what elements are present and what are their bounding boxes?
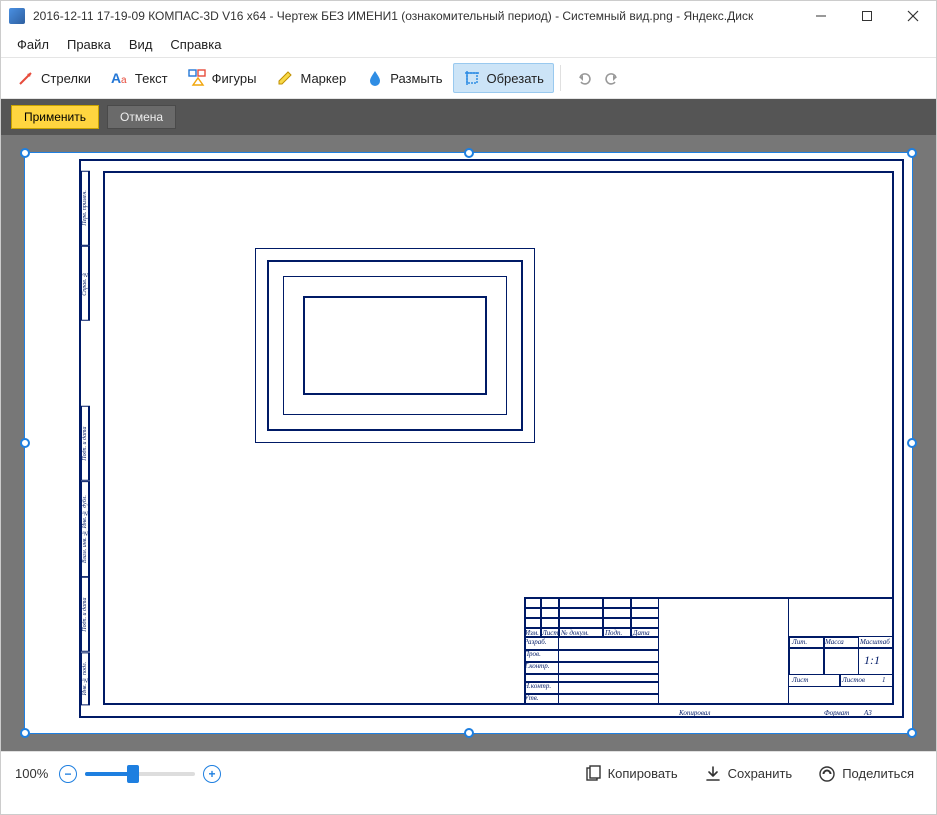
maximize-button[interactable]	[844, 1, 890, 31]
undo-button[interactable]	[575, 69, 593, 87]
app-icon	[9, 8, 25, 24]
save-button[interactable]: Сохранить	[696, 761, 801, 787]
crop-handle-b[interactable]	[464, 728, 474, 738]
tool-crop[interactable]: Обрезать	[453, 63, 554, 93]
close-button[interactable]	[890, 1, 936, 31]
tool-shapes[interactable]: Фигуры	[178, 63, 267, 93]
arrow-icon	[17, 69, 35, 87]
menu-bar: Файл Правка Вид Справка	[1, 31, 936, 57]
zoom-level: 100%	[15, 766, 51, 781]
crop-handle-t[interactable]	[464, 148, 474, 158]
menu-view[interactable]: Вид	[121, 33, 161, 56]
tool-text[interactable]: Aa Текст	[101, 63, 178, 93]
title-block: Изм. Лист № докум. Подп. Дата Разраб. Пр…	[524, 597, 894, 705]
title-bar: 2016-12-11 17-19-09 КОМПАС-3D V16 x64 - …	[1, 1, 936, 31]
canvas-area[interactable]: Перв. примен. Справ. № Подп. и дата Взам…	[1, 135, 936, 751]
tool-blur[interactable]: Размыть	[356, 63, 452, 93]
zoom-slider[interactable]	[85, 772, 195, 776]
side-cell: Взам. инв. № Инв. № дубл.	[81, 481, 90, 577]
tool-crop-label: Обрезать	[487, 71, 544, 86]
save-label: Сохранить	[728, 766, 793, 781]
text-icon: Aa	[111, 69, 129, 87]
menu-help[interactable]: Справка	[162, 33, 229, 56]
nested-rectangles	[255, 248, 535, 443]
tool-arrows[interactable]: Стрелки	[7, 63, 101, 93]
redo-button[interactable]	[603, 69, 621, 87]
toolbar: Стрелки Aa Текст Фигуры Маркер Размыть О…	[1, 57, 936, 99]
crop-handle-bl[interactable]	[20, 728, 30, 738]
tool-blur-label: Размыть	[390, 71, 442, 86]
crop-selection[interactable]: Перв. примен. Справ. № Подп. и дата Взам…	[25, 153, 912, 733]
crop-handle-tr[interactable]	[907, 148, 917, 158]
side-cell: Справ. №	[81, 246, 90, 321]
shapes-icon	[188, 69, 206, 87]
svg-text:A: A	[111, 70, 121, 86]
zoom-controls: 100% − +	[15, 765, 221, 783]
crop-handle-r[interactable]	[907, 438, 917, 448]
crop-handle-tl[interactable]	[20, 148, 30, 158]
window-controls	[798, 1, 936, 31]
copy-icon	[584, 765, 602, 783]
svg-text:a: a	[121, 75, 127, 86]
side-cell: Инв. № подл.	[81, 652, 90, 705]
cancel-button[interactable]: Отмена	[107, 105, 176, 129]
zoom-in-button[interactable]: +	[203, 765, 221, 783]
side-table: Перв. примен. Справ. № Подп. и дата Взам…	[81, 171, 101, 705]
copy-label: Копировать	[608, 766, 678, 781]
marker-icon	[276, 69, 294, 87]
zoom-out-button[interactable]: −	[59, 765, 77, 783]
menu-edit[interactable]: Правка	[59, 33, 119, 56]
crop-handle-br[interactable]	[907, 728, 917, 738]
download-icon	[704, 765, 722, 783]
crop-handle-l[interactable]	[20, 438, 30, 448]
blur-icon	[366, 69, 384, 87]
share-button[interactable]: Поделиться	[810, 761, 922, 787]
crop-icon	[463, 69, 481, 87]
menu-file[interactable]: Файл	[9, 33, 57, 56]
status-bar: 100% − + Копировать Сохранить Поделиться	[1, 751, 936, 795]
copy-button[interactable]: Копировать	[576, 761, 686, 787]
drawing-image: Перв. примен. Справ. № Подп. и дата Взам…	[25, 153, 912, 733]
tool-arrows-label: Стрелки	[41, 71, 91, 86]
share-label: Поделиться	[842, 766, 914, 781]
toolbar-separator	[560, 65, 561, 91]
tool-marker[interactable]: Маркер	[266, 63, 356, 93]
side-cell: Перв. примен.	[81, 171, 90, 246]
apply-bar: Применить Отмена	[1, 99, 936, 135]
side-cell: Подп. и дата	[81, 577, 90, 652]
minimize-button[interactable]	[798, 1, 844, 31]
tool-shapes-label: Фигуры	[212, 71, 257, 86]
tool-marker-label: Маркер	[300, 71, 346, 86]
window-title: 2016-12-11 17-19-09 КОМПАС-3D V16 x64 - …	[33, 9, 798, 23]
side-cell: Подп. и дата	[81, 406, 90, 481]
share-icon	[818, 765, 836, 783]
tool-text-label: Текст	[135, 71, 168, 86]
apply-button[interactable]: Применить	[11, 105, 99, 129]
